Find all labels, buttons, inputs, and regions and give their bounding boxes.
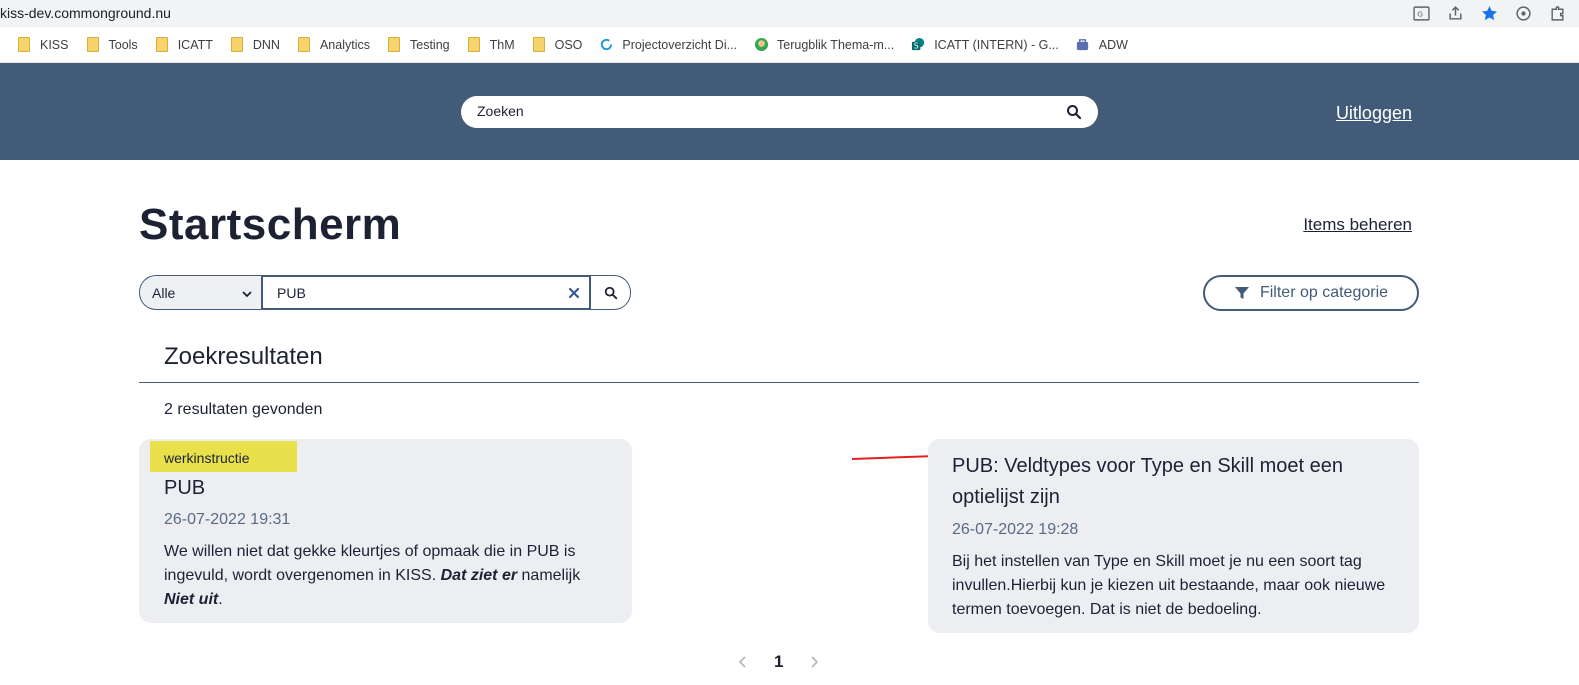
global-search-field[interactable]: Zoeken: [461, 96, 1098, 128]
svg-text:S: S: [914, 42, 919, 51]
bookmark-label: KISS: [40, 37, 69, 52]
search-icon[interactable]: [1066, 104, 1082, 120]
sharepoint-icon: S: [910, 37, 926, 53]
results-heading: Zoekresultaten: [164, 343, 323, 370]
search-input-value: PUB: [277, 284, 306, 301]
clear-icon[interactable]: [567, 286, 581, 300]
app-header: Zoeken Uitloggen: [0, 63, 1579, 160]
folder-icon: [386, 37, 402, 53]
bookmark-icatt[interactable]: ICATT: [154, 37, 213, 53]
bookmark-label: Terugblik Thema-m...: [777, 37, 895, 52]
result-card[interactable]: PUB: Veldtypes voor Type en Skill moet e…: [928, 439, 1419, 633]
avatar-icon: [753, 37, 769, 53]
translate-icon[interactable]: G: [1411, 3, 1431, 23]
bookmark-label: ADW: [1098, 37, 1128, 52]
result-body-text: .: [218, 591, 223, 608]
bookmark-label: Testing: [410, 37, 450, 52]
bookmark-thm[interactable]: ThM: [466, 37, 515, 53]
bookmark-label: ICATT: [177, 37, 213, 52]
folder-icon: [296, 37, 312, 53]
folder-icon: [154, 37, 170, 53]
bag-icon: [1075, 37, 1091, 53]
search-button[interactable]: [591, 275, 631, 310]
result-body-text: namelijk: [517, 567, 581, 584]
bookmark-kiss[interactable]: KISS: [16, 37, 69, 53]
bookmark-projectoverzicht[interactable]: Projectoverzicht Di...: [598, 37, 737, 53]
filter-category-button[interactable]: Filter op categorie: [1203, 275, 1419, 311]
bookmark-star-icon[interactable]: [1479, 3, 1499, 23]
result-body-emphasis: Dat ziet er: [440, 567, 518, 584]
results-count: 2 resultaten gevonden: [164, 401, 323, 418]
bookmark-terugblik[interactable]: Terugblik Thema-m...: [753, 37, 894, 53]
result-card[interactable]: werkinstructie PUB 26-07-2022 19:31 We w…: [139, 439, 632, 623]
result-date: 26-07-2022 19:28: [952, 521, 1079, 538]
bookmark-adw[interactable]: ADW: [1075, 37, 1128, 53]
category-tag: werkinstructie: [150, 441, 297, 472]
manage-items-link[interactable]: Items beheren: [1303, 215, 1412, 235]
folder-icon: [466, 37, 482, 53]
result-body: Bij het instellen van Type en Skill moet…: [952, 553, 1386, 618]
search-input[interactable]: PUB: [261, 275, 591, 310]
bookmark-analytics[interactable]: Analytics: [296, 37, 370, 53]
svg-text:G: G: [1417, 9, 1423, 18]
bookmarks-bar: KISS Tools ICATT DNN Analytics Testing T…: [0, 27, 1579, 63]
folder-icon: [16, 37, 32, 53]
extensions-puzzle-icon[interactable]: [1547, 3, 1567, 23]
sync-icon: [598, 37, 614, 53]
bookmark-label: Projectoverzicht Di...: [622, 37, 738, 52]
bookmark-oso[interactable]: OSO: [531, 37, 583, 53]
divider: [139, 382, 1419, 383]
result-title[interactable]: PUB: Veldtypes voor Type en Skill moet e…: [952, 451, 1402, 513]
folder-icon: [531, 37, 547, 53]
result-title[interactable]: PUB: [164, 473, 205, 504]
next-page-icon[interactable]: [807, 655, 821, 669]
previous-page-icon[interactable]: [736, 655, 750, 669]
global-search-input[interactable]: Zoeken: [477, 103, 524, 119]
extension-icon[interactable]: [1513, 3, 1533, 23]
bookmark-tools[interactable]: Tools: [85, 37, 138, 53]
bookmark-label: Analytics: [319, 37, 370, 52]
result-date: 26-07-2022 19:31: [164, 511, 291, 528]
bookmark-label: OSO: [554, 37, 583, 52]
filter-category-label: Filter op categorie: [1259, 284, 1389, 301]
bookmark-icatt-intern[interactable]: S ICATT (INTERN) - G...: [910, 37, 1059, 53]
bookmark-testing[interactable]: Testing: [386, 37, 450, 53]
bookmark-label: ThM: [489, 37, 515, 52]
url-text[interactable]: kiss-dev.commonground.nu: [0, 5, 171, 21]
result-body-emphasis: Niet uit: [164, 591, 219, 608]
scope-select[interactable]: Alle: [139, 275, 261, 310]
bookmark-label: ICATT (INTERN) - G...: [934, 37, 1059, 52]
result-body: We willen niet dat gekke kleurtjes of op…: [164, 540, 614, 612]
search-icon: [604, 286, 617, 299]
share-icon[interactable]: [1445, 3, 1465, 23]
chevron-down-icon: [241, 287, 253, 299]
bookmark-dnn[interactable]: DNN: [229, 37, 280, 53]
scope-select-value: Alle: [152, 284, 176, 301]
search-bar: Alle PUB: [139, 275, 631, 310]
bookmark-label: DNN: [252, 37, 280, 52]
folder-icon: [229, 37, 245, 53]
browser-toolbar-icons: G: [1411, 3, 1567, 23]
page-title: Startscherm: [139, 200, 402, 249]
pagination: 1: [736, 652, 821, 672]
filter-icon: [1234, 287, 1249, 299]
browser-address-bar[interactable]: kiss-dev.commonground.nu G: [0, 0, 1579, 27]
folder-icon: [85, 37, 101, 53]
logout-link[interactable]: Uitloggen: [1336, 103, 1412, 124]
current-page[interactable]: 1: [774, 652, 783, 672]
bookmark-label: Tools: [108, 37, 138, 52]
